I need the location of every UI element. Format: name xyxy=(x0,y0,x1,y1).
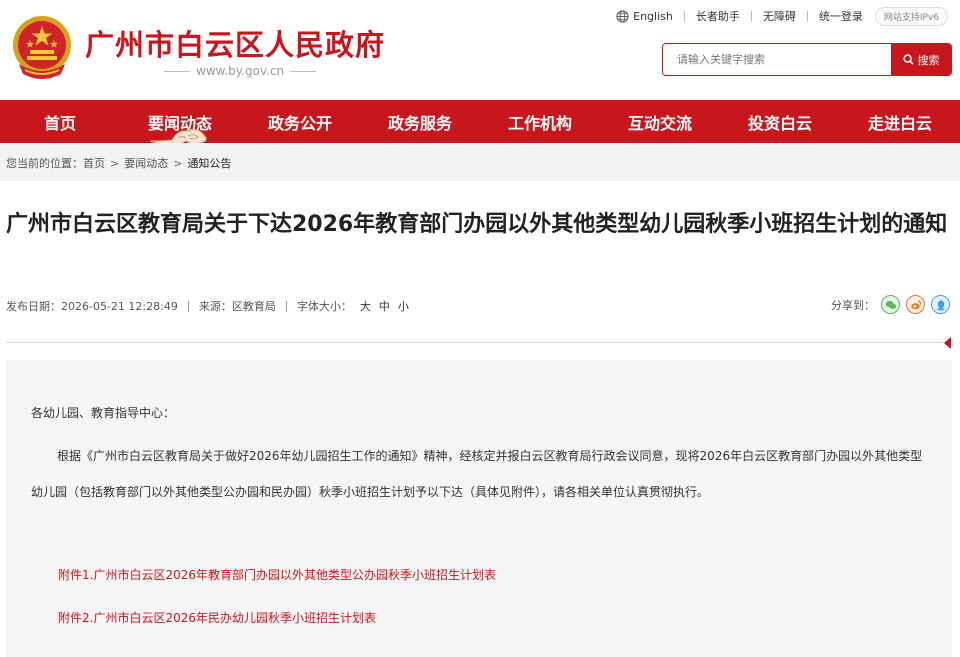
nav-item-invest[interactable]: 投资白云 xyxy=(720,100,840,143)
search-input[interactable] xyxy=(663,44,891,75)
search-button[interactable]: 搜索 xyxy=(891,44,951,75)
font-size-small[interactable]: 小 xyxy=(398,298,409,314)
search-box: 搜索 xyxy=(662,43,952,76)
nav-item-home[interactable]: 首页 xyxy=(0,100,120,143)
breadcrumb-news[interactable]: 要闻动态 xyxy=(124,155,168,171)
article-title: 广州市白云区教育局关于下达2026年教育部门办园以外其他类型幼儿园秋季小班招生计… xyxy=(6,212,948,237)
search-button-label: 搜索 xyxy=(917,53,940,67)
site-title: 广州市白云区人民政府 xyxy=(85,28,386,62)
wechat-icon xyxy=(885,300,896,309)
site-header: 广州市白云区人民政府 www.by.gov.cn English 长者助手 无障… xyxy=(0,0,960,100)
font-size-medium[interactable]: 中 xyxy=(379,298,390,314)
breadcrumb-sep: > xyxy=(173,156,183,170)
national-emblem-icon[interactable] xyxy=(11,14,73,80)
search-icon xyxy=(902,54,914,65)
domain-text: www.by.gov.cn xyxy=(196,64,285,78)
weibo-icon xyxy=(910,299,921,309)
article-content: 各幼儿园、教育指导中心： 根据《广州市白云区教育局关于做好2026年幼儿园招生工… xyxy=(6,360,952,657)
share-wechat-button[interactable] xyxy=(881,295,900,314)
article-salutation: 各幼儿园、教育指导中心： xyxy=(31,406,176,420)
share-qq-button[interactable] xyxy=(931,295,950,314)
breadcrumb-sep: > xyxy=(110,156,120,170)
attachment-link-2[interactable]: 附件2.广州市白云区2026年民办幼儿园秋季小班招生计划表 xyxy=(58,609,376,626)
nav-item-interaction[interactable]: 互动交流 xyxy=(600,100,720,143)
share-label: 分享到： xyxy=(831,298,875,312)
share-bar: 分享到： xyxy=(831,295,950,314)
breadcrumb-notice[interactable]: 通知公告 xyxy=(187,155,231,171)
nav-item-about[interactable]: 走进白云 xyxy=(840,100,960,143)
domain-dash-right xyxy=(290,70,317,72)
meta-separator xyxy=(285,300,287,312)
qq-icon xyxy=(936,299,945,310)
globe-icon xyxy=(616,9,629,23)
breadcrumb: 您当前的位置： 首页 > 要闻动态 > 通知公告 xyxy=(6,155,231,171)
nav-item-gov-services[interactable]: 政务服务 xyxy=(360,100,480,143)
top-links: English 长者助手 无障碍 统一登录 网站支持IPv6 xyxy=(616,6,948,26)
meta-separator xyxy=(187,300,189,312)
main-nav: 首页 要闻动态 政务公开 政务服务 工作机构 互动交流 投资白云 走进白云 xyxy=(0,100,960,143)
domain-dash-left xyxy=(164,70,190,72)
link-separator xyxy=(683,10,685,22)
link-separator xyxy=(806,10,808,22)
breadcrumb-prefix: 您当前的位置： xyxy=(6,157,83,170)
site-domain: www.by.gov.cn xyxy=(158,64,322,78)
article-meta: 发布日期：2026-05-21 12:28:49 来源：区教育局 字体大小： 大… xyxy=(6,298,409,314)
unified-login-link[interactable]: 统一登录 xyxy=(819,8,863,24)
title-divider xyxy=(6,342,946,343)
divider-marker xyxy=(944,337,951,349)
share-weibo-button[interactable] xyxy=(906,295,925,314)
english-link[interactable]: English xyxy=(616,10,673,23)
breadcrumb-home[interactable]: 首页 xyxy=(83,155,105,171)
article-source: 来源：区教育局 xyxy=(198,300,276,313)
attachment-link-1[interactable]: 附件1.广州市白云区2026年教育部门办园以外其他类型公办园秋季小班招生计划表 xyxy=(58,566,496,583)
article-body-paragraph: 根据《广州市白云区教育局关于做好2026年幼儿园招生工作的通知》精神，经核定并报… xyxy=(31,449,923,499)
font-size-large[interactable]: 大 xyxy=(360,298,371,314)
nav-item-gov-affairs-open[interactable]: 政务公开 xyxy=(240,100,360,143)
link-separator xyxy=(750,10,752,22)
breadcrumb-bar: 您当前的位置： 首页 > 要闻动态 > 通知公告 xyxy=(0,143,960,181)
nav-item-agencies[interactable]: 工作机构 xyxy=(480,100,600,143)
publish-date: 发布日期：2026-05-21 12:28:49 xyxy=(6,300,178,313)
font-size-label: 字体大小： xyxy=(296,300,352,313)
english-label: English xyxy=(633,9,673,23)
accessibility-link[interactable]: 无障碍 xyxy=(763,8,796,24)
ipv6-badge: 网站支持IPv6 xyxy=(874,6,948,26)
elderly-assistant-link[interactable]: 长者助手 xyxy=(696,8,740,24)
